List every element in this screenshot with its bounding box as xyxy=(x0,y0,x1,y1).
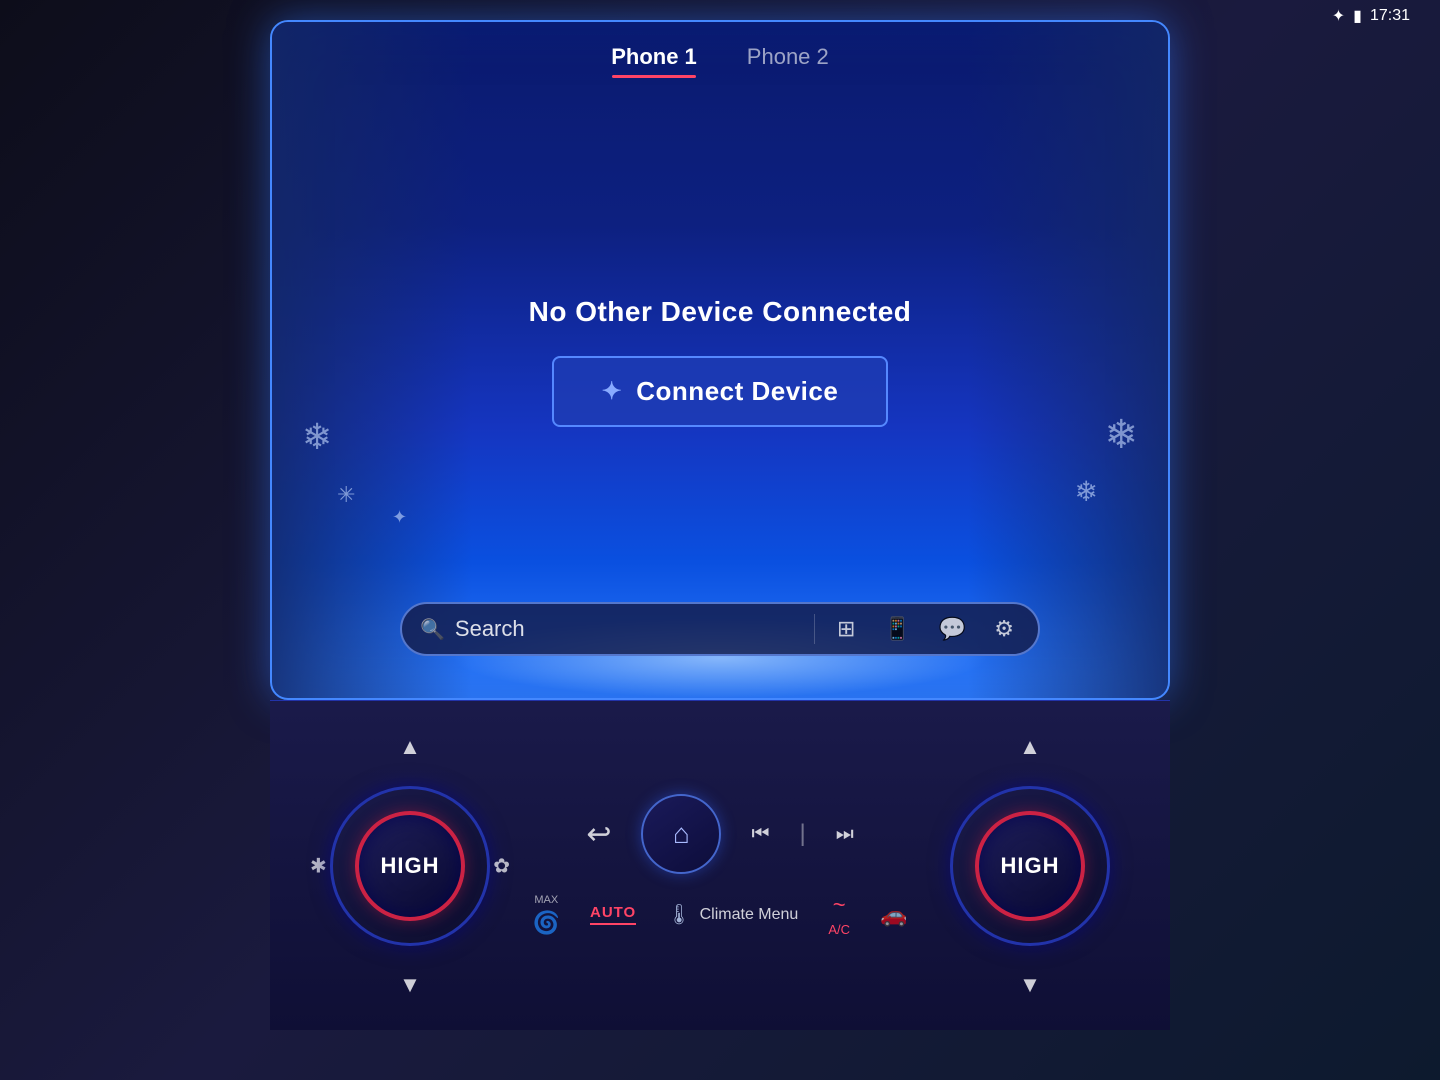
left-fan-down-arrow[interactable]: ▼ xyxy=(393,966,427,1004)
bluetooth-icon-btn: ✦ xyxy=(602,377,623,406)
search-icon: 🔍 xyxy=(420,617,445,642)
left-fan-directional: ✱ HIGH ✿ xyxy=(310,766,510,966)
right-fan-knob[interactable]: HIGH xyxy=(950,786,1110,946)
right-fan-directional: HIGH xyxy=(930,766,1130,966)
media-row: ↩ ⌂ ⏮ | ⏭ xyxy=(586,794,853,874)
battery-icon: ▮ xyxy=(1353,6,1362,26)
phone-tabs: Phone 1 Phone 2 xyxy=(601,22,839,84)
ac-icon: ~ xyxy=(833,892,846,918)
settings-icon[interactable]: ⚙ xyxy=(988,612,1020,646)
status-bar: ✦ ▮ 17:31 xyxy=(1322,0,1420,32)
phone-icon[interactable]: 📱 xyxy=(877,612,916,646)
back-button[interactable]: ↩ xyxy=(586,817,611,852)
tab-phone1[interactable]: Phone 1 xyxy=(601,40,707,74)
search-bar: 🔍 Search ⊞ 📱 💬 ⚙ xyxy=(400,602,1040,656)
screen-container: ✦ ▮ 17:31 Phone 1 Phone 2 No Other Devic… xyxy=(0,0,1440,1080)
climate-menu-button[interactable]: 🌡 Climate Menu xyxy=(666,902,798,927)
bluetooth-icon: ✦ xyxy=(1332,6,1345,26)
ac-button[interactable]: ~ A/C xyxy=(828,892,850,937)
fan-dir-right-icon[interactable]: ✿ xyxy=(493,853,510,878)
right-fan-up-arrow[interactable]: ▲ xyxy=(1013,728,1047,766)
snowflake-decoration-2: ✳ xyxy=(337,482,355,508)
bg-map-left xyxy=(272,22,472,700)
bottom-controls: ▲ ✱ HIGH ✿ ▼ ↩ ⌂ ⏮ | ⏭ xyxy=(270,700,1170,1030)
next-track-button[interactable]: ⏭ xyxy=(836,823,854,846)
left-fan-knob[interactable]: HIGH xyxy=(330,786,490,946)
fan-dir-left-icon[interactable]: ✱ xyxy=(310,853,327,878)
center-controls: ↩ ⌂ ⏮ | ⏭ MAX 🌀 AUTO xyxy=(533,794,908,937)
snowflake-decoration-1: ❄ xyxy=(302,416,332,458)
snowflake-decoration-5: ❄ xyxy=(1075,475,1098,508)
right-fan-knob-inner: HIGH xyxy=(975,811,1085,921)
prev-track-button[interactable]: ⏮ xyxy=(751,823,769,846)
defrost-icon: 🌀 xyxy=(533,910,560,936)
right-fan-control: ▲ HIGH ▼ xyxy=(930,728,1130,1004)
clock: 17:31 xyxy=(1370,7,1410,25)
climate-row: MAX 🌀 AUTO 🌡 Climate Menu ~ xyxy=(533,892,908,937)
auto-button[interactable]: AUTO xyxy=(590,904,636,925)
max-label: MAX xyxy=(534,894,558,906)
tab-phone2[interactable]: Phone 2 xyxy=(737,40,839,74)
search-label: Search xyxy=(455,616,525,642)
snowflake-decoration-4: ❄ xyxy=(1104,412,1138,458)
home-button[interactable]: ⌂ xyxy=(641,794,721,874)
right-fan-label: HIGH xyxy=(1001,853,1060,879)
left-fan-control: ▲ ✱ HIGH ✿ ▼ xyxy=(310,728,510,1004)
thermometer-icon: 🌡 xyxy=(666,902,691,927)
no-device-message: No Other Device Connected xyxy=(529,296,912,328)
left-fan-up-arrow[interactable]: ▲ xyxy=(393,728,427,766)
messages-icon[interactable]: 💬 xyxy=(933,612,972,646)
connect-device-button[interactable]: ✦ Connect Device xyxy=(552,356,889,427)
media-separator: | xyxy=(799,820,805,848)
home-icon: ⌂ xyxy=(673,818,690,850)
ac-label: A/C xyxy=(828,922,850,937)
left-fan-knob-inner: HIGH xyxy=(355,811,465,921)
max-defrost-button[interactable]: MAX 🌀 xyxy=(533,894,560,936)
climate-menu-label: Climate Menu xyxy=(700,906,799,924)
rear-defrost-button[interactable]: 🚗 xyxy=(880,902,907,928)
apps-grid-icon[interactable]: ⊞ xyxy=(831,612,861,646)
auto-label: AUTO xyxy=(590,904,636,925)
right-fan-down-arrow[interactable]: ▼ xyxy=(1013,966,1047,1004)
rear-defrost-icon: 🚗 xyxy=(880,902,907,928)
snowflake-decoration-3: ✦ xyxy=(392,507,407,528)
search-input-area[interactable]: 🔍 Search xyxy=(420,616,798,642)
left-fan-label: HIGH xyxy=(381,853,440,879)
bg-map-right xyxy=(968,22,1168,700)
main-panel: Phone 1 Phone 2 No Other Device Connecte… xyxy=(270,20,1170,700)
search-divider xyxy=(814,614,815,644)
